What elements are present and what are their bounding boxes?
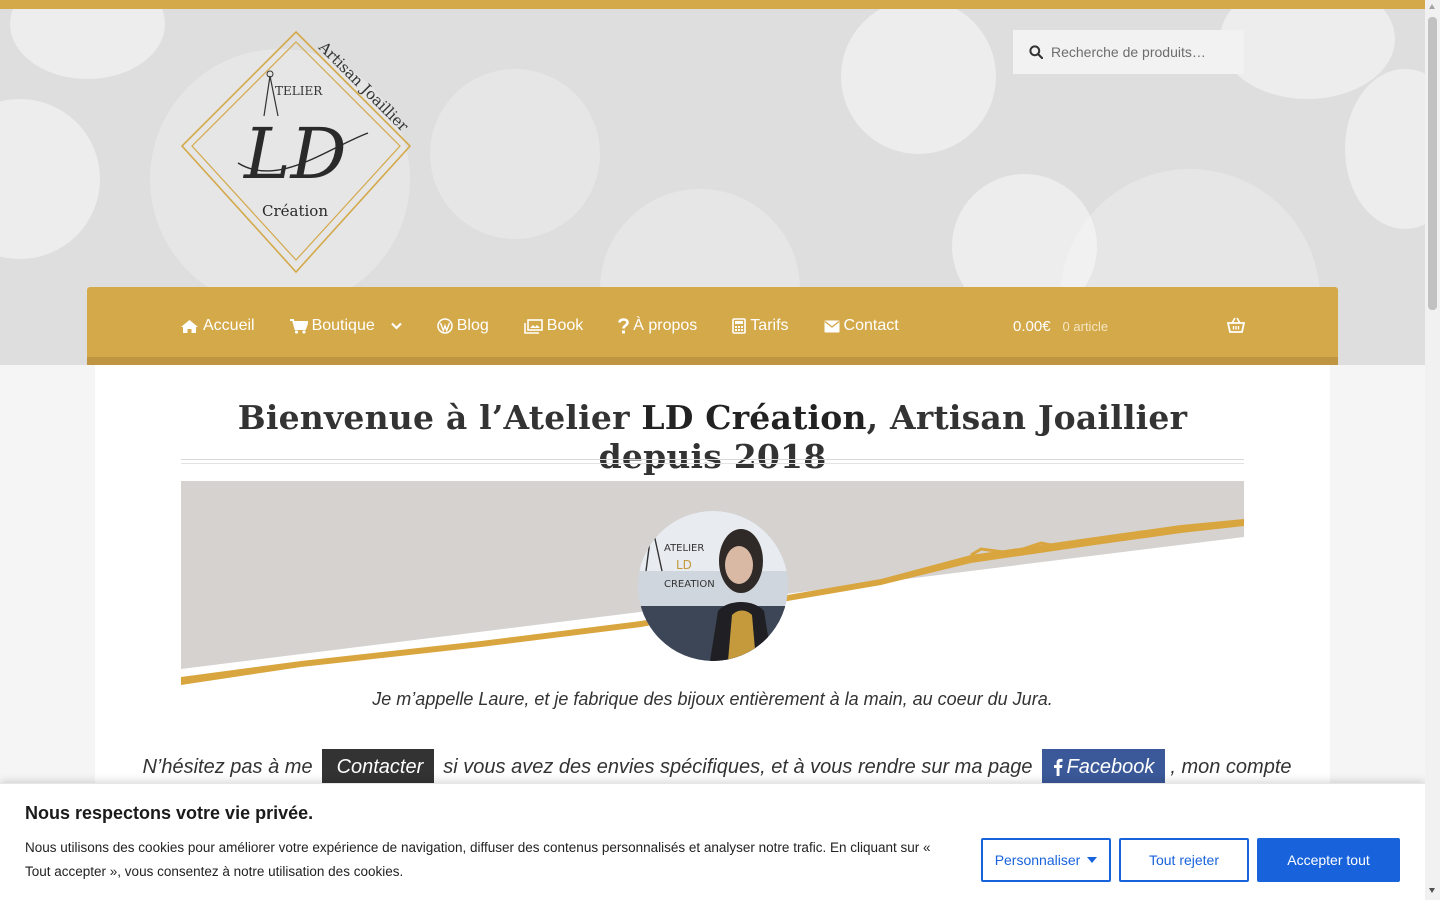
- product-search[interactable]: [1013, 30, 1244, 74]
- nav-item-tarifs[interactable]: Tarifs: [732, 317, 789, 335]
- cta-pre-text: N’hésitez pas à me: [142, 755, 313, 778]
- title-pre: Bienvenue à l’Atelier: [237, 398, 642, 437]
- contact-button[interactable]: Contacter: [321, 749, 435, 785]
- title-brand: LD Création: [641, 398, 867, 437]
- top-accent-strip: [0, 0, 1425, 9]
- intro-text: Je m’appelle Laure, et je fabrique des b…: [372, 689, 1053, 709]
- customize-label: Personnaliser: [994, 852, 1081, 868]
- title-divider: [181, 459, 1244, 460]
- nav-label-accueil: Accueil: [203, 317, 255, 334]
- scroll-up-arrow-icon[interactable]: [1429, 4, 1435, 9]
- avatar-line-1: ATELIER: [664, 543, 704, 554]
- page-title: Bienvenue à l’Atelier LD Création, Artis…: [181, 398, 1244, 476]
- site-logo[interactable]: Artisan Joaillier TELIER LD Création: [178, 28, 414, 276]
- search-input[interactable]: [1051, 44, 1231, 60]
- scroll-down-arrow-icon[interactable]: [1429, 888, 1435, 893]
- question-icon: [618, 318, 630, 334]
- wordpress-icon: [437, 318, 453, 334]
- nav-label-blog: Blog: [456, 317, 489, 334]
- chevron-down-icon[interactable]: [390, 322, 402, 330]
- nav-item-book[interactable]: Book: [523, 317, 584, 335]
- nav-item-accueil[interactable]: Accueil: [180, 317, 255, 335]
- caret-down-icon: [1087, 857, 1098, 863]
- reject-all-button[interactable]: Tout rejeter: [1119, 838, 1249, 882]
- title-divider-secondary: [181, 463, 1244, 464]
- nav-item-contact[interactable]: Contact: [824, 317, 899, 335]
- envelope-icon: [824, 320, 840, 332]
- nav-label-boutique: Boutique: [311, 317, 375, 334]
- nav-label-tarifs: Tarifs: [750, 317, 789, 334]
- reject-label: Tout rejeter: [1148, 852, 1220, 868]
- logo-atelier: TELIER: [275, 84, 323, 98]
- cookie-consent-banner: Nous respectons votre vie privée. Nous u…: [0, 783, 1425, 900]
- contact-cta-line: N’hésitez pas à me Contacter si vous ave…: [142, 749, 1292, 785]
- accept-label: Accepter tout: [1287, 852, 1370, 868]
- avatar-line-3: CREATION: [664, 579, 715, 590]
- nav-item-boutique[interactable]: Boutique: [289, 317, 402, 335]
- customize-cookies-button[interactable]: Personnaliser: [981, 838, 1111, 882]
- facebook-icon: [1053, 758, 1062, 776]
- cookie-text: Nous utilisons des cookies pour améliore…: [25, 840, 931, 879]
- calculator-icon: [732, 318, 747, 334]
- logo-monogram: LD: [242, 113, 347, 195]
- shopping-cart-icon: [289, 318, 308, 334]
- navbar-bottom-band: [87, 357, 1338, 365]
- main-navigation: Accueil Boutique Blog Book À propos Tari…: [87, 287, 1338, 365]
- mini-cart[interactable]: 0.00€ 0 article: [1013, 287, 1245, 365]
- cart-count: 0 article: [1062, 318, 1109, 334]
- scrollbar-thumb[interactable]: [1428, 17, 1437, 310]
- nav-label-a-propos: À propos: [633, 317, 698, 334]
- nav-label-contact: Contact: [843, 317, 899, 334]
- cta-post-text: , mon compte: [1170, 755, 1292, 778]
- contact-button-label: Contacter: [336, 755, 424, 778]
- images-icon: [523, 318, 543, 334]
- accept-all-button[interactable]: Accepter tout: [1257, 838, 1400, 882]
- search-icon: [1029, 45, 1043, 59]
- home-icon: [181, 319, 198, 333]
- artisan-avatar: ATELIER LD CREATION: [638, 511, 788, 661]
- cta-mid-text: si vous avez des envies spécifiques, et …: [443, 755, 1033, 778]
- nav-item-blog[interactable]: Blog: [437, 317, 489, 335]
- basket-icon[interactable]: [1227, 317, 1245, 333]
- facebook-button-label: Facebook: [1066, 755, 1155, 778]
- cart-amount: 0.00€: [1013, 317, 1051, 335]
- nav-item-a-propos[interactable]: À propos: [618, 317, 697, 335]
- nav-label-book: Book: [546, 317, 584, 334]
- facebook-button[interactable]: Facebook: [1041, 749, 1166, 785]
- cookie-title: Nous respectons votre vie privée.: [25, 803, 314, 823]
- logo-creation: Création: [262, 202, 328, 220]
- avatar-line-2: LD: [676, 558, 692, 572]
- page-scrollbar[interactable]: [1425, 0, 1440, 900]
